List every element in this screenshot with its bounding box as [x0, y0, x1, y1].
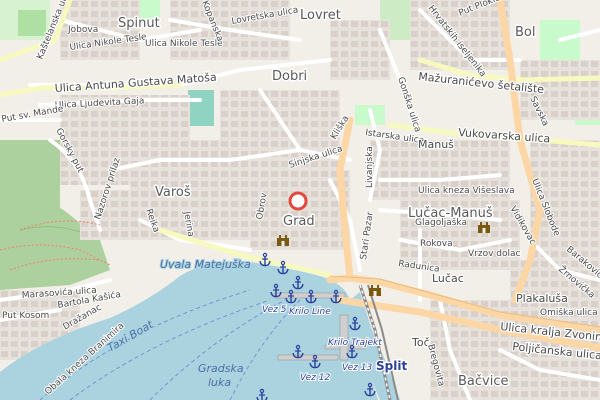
water-gradska-luka-2: luka: [208, 376, 231, 389]
street-plakalusa: Plakaluša: [516, 292, 568, 305]
district-dobri: Dobri: [272, 69, 307, 84]
district-grad: Grad: [283, 214, 315, 229]
pier-krilo-trajekt: Krilo Trajekt: [328, 338, 382, 348]
street-nikole-tesle-2: Ulica Nikole Tesle: [145, 39, 223, 49]
map-pin-icon[interactable]: [288, 191, 308, 211]
district-bacvice: Bačvice: [458, 374, 508, 389]
pier-vez12: Vez 12: [300, 373, 330, 383]
district-lovret: Lovret: [300, 8, 341, 23]
pier-vez13: Vez 13: [342, 363, 372, 373]
district-split: Split: [376, 359, 407, 373]
street-put-kosom: Put Kosom: [2, 311, 49, 321]
street-vrzov-dolac: Vrzov dolac: [468, 249, 521, 259]
district-spinut: Spinut: [118, 16, 160, 31]
district-bol: Bol: [515, 25, 535, 40]
street-jobova: Jobova: [67, 25, 98, 35]
street-glagoljaska: Glagoljaška: [415, 217, 467, 228]
street-livanjska: Livanjska: [365, 146, 375, 188]
street-lucac: Lučac: [432, 272, 464, 285]
street-manus: Manuš: [418, 138, 454, 151]
street-omiska: Omiška ulica: [540, 307, 598, 318]
water-uvala: Uvala Matejuška: [160, 258, 251, 271]
map-canvas[interactable]: Spinut Lovret Bol Dobri Varoš Grad Lučac…: [0, 0, 600, 400]
pier-vez5: Vez 5: [262, 305, 287, 315]
district-varos: Varoš: [155, 185, 191, 200]
pier-krilo-line: Krilo Line: [289, 307, 331, 317]
water-gradska-luka-1: Gradska: [198, 362, 244, 375]
street-rokova: Rokova: [420, 239, 453, 249]
street-viseslava: Ulica kneza Višeslava: [418, 185, 515, 196]
